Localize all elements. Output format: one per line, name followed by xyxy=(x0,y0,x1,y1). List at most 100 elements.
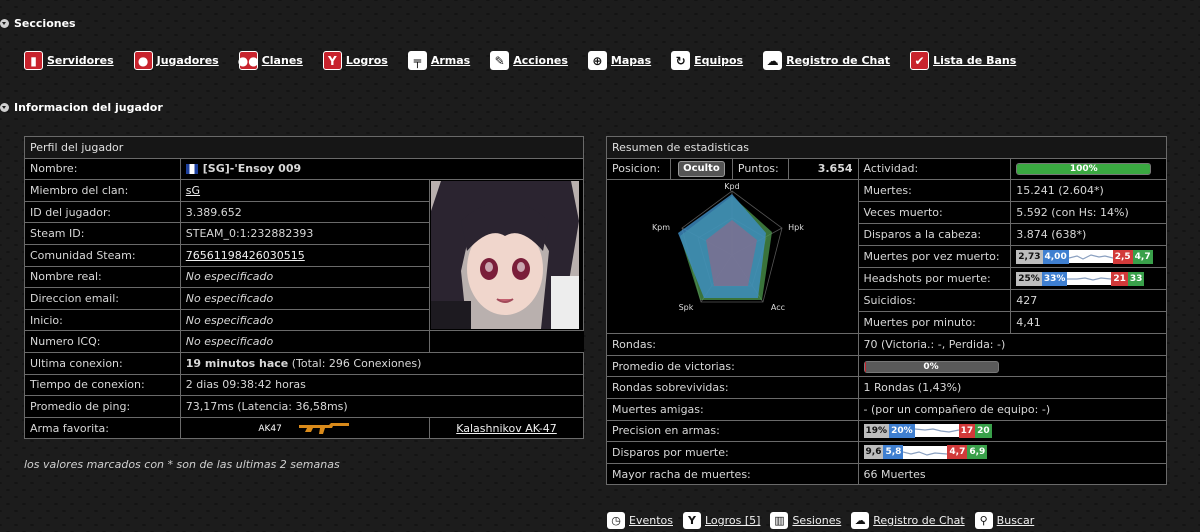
activity-value: 100% xyxy=(1069,164,1098,175)
chat-icon: ☁ xyxy=(851,512,870,529)
avatar-cell xyxy=(429,179,584,332)
email-value: No especificado xyxy=(179,287,431,310)
favorite-weapon-link[interactable]: Kalashnikov AK-47 xyxy=(456,422,557,435)
kpd-trend-cell: 2,73 4,00 2,5 4,7 xyxy=(1010,245,1167,269)
home-value: No especificado xyxy=(179,308,431,332)
trophy-icon: Y xyxy=(322,51,342,70)
stats-summary-table: Resumen de estadisticas Posicion: Oculto… xyxy=(606,136,1168,486)
radar-label-acc: Acc xyxy=(771,303,785,312)
clan-link[interactable]: sG xyxy=(186,184,200,197)
ak47-icon xyxy=(299,423,350,435)
note-text: los valores marcados con * son de las ul… xyxy=(24,458,340,471)
home-label: Inicio: xyxy=(24,308,181,332)
radar-label-spk: Spk xyxy=(679,303,694,312)
player-id-label: ID del jugador: xyxy=(24,200,181,224)
nav-acciones-label[interactable]: Acciones xyxy=(513,54,568,67)
name-value: [SG]-'Ensoy 009 xyxy=(179,157,585,181)
nav-equipos-label[interactable]: Equipos xyxy=(694,54,743,67)
steam-community-link[interactable]: 76561198426030515 xyxy=(186,249,305,262)
ping-label: Promedio de ping: xyxy=(24,395,181,418)
kpm-value: 4,41 xyxy=(1010,311,1167,335)
footer-buscar-label[interactable]: Buscar xyxy=(997,514,1035,527)
team-kills-value: - (por un compañero de equipo: -) xyxy=(857,397,1168,421)
nav-jugadores-label[interactable]: Jugadores xyxy=(157,54,219,67)
hpk-trend-cell: 25% 33% 21 33 xyxy=(1010,267,1167,291)
avatar-image xyxy=(431,181,579,330)
nav-armas[interactable]: ╤ Armas xyxy=(407,51,470,70)
accuracy-sparkline xyxy=(914,424,959,438)
steam-id-label: Steam ID: xyxy=(24,222,181,245)
nav-armas-label[interactable]: Armas xyxy=(431,54,470,67)
email-label: Direccion email: xyxy=(24,287,181,310)
nav-lista-bans-label[interactable]: Lista de Bans xyxy=(933,54,1016,67)
footer-sesiones[interactable]: ▥ Sesiones xyxy=(770,512,841,529)
footer-sesiones-label[interactable]: Sesiones xyxy=(792,514,841,527)
rounds-label: Rondas: xyxy=(606,333,859,356)
kill-streak-value: 66 Muertes xyxy=(857,462,1168,486)
nav-mapas-label[interactable]: Mapas xyxy=(611,54,651,67)
nav-logros[interactable]: Y Logros xyxy=(322,51,388,70)
stats-title: Resumen de estadisticas xyxy=(606,136,1167,159)
position-badge: Oculto xyxy=(678,160,725,177)
kpm-label: Muertes por minuto: xyxy=(857,311,1012,335)
connection-time-label: Tiempo de conexion: xyxy=(24,373,181,397)
kpd-label: Muertes por vez muerto: xyxy=(857,245,1012,269)
nav-acciones[interactable]: ✎ Acciones xyxy=(490,51,568,70)
name-label: Nombre: xyxy=(24,157,181,181)
radar-label-kpm: Kpm xyxy=(652,223,670,232)
footer-registro-chat[interactable]: ☁ Registro de Chat xyxy=(851,512,965,529)
accuracy-label: Precision en armas: xyxy=(606,419,859,443)
suicides-value: 427 xyxy=(1010,289,1167,313)
footer-eventos-label[interactable]: Eventos xyxy=(629,514,673,527)
favorite-weapon-name: Kalashnikov AK-47 xyxy=(429,416,584,440)
nav-registro-chat-label[interactable]: Registro de Chat xyxy=(786,54,890,67)
accuracy-trend-last: 20 xyxy=(975,423,992,438)
connection-time-value: 2 dias 09:38:42 horas xyxy=(179,373,585,397)
headshots-value: 3.874 (638*) xyxy=(1010,223,1167,247)
bars-icon: ▥ xyxy=(770,512,789,529)
hpk-trend-min: 21 xyxy=(1111,271,1128,286)
accuracy-trend-cell: 19% 20% 17 20 xyxy=(857,419,1168,443)
player-info-header[interactable]: Informacion del jugador xyxy=(0,101,163,114)
nav-equipos[interactable]: ↻ Equipos xyxy=(671,51,743,70)
position-label: Posicion: xyxy=(606,157,671,181)
deaths-value: 5.592 (con Hs: 14%) xyxy=(1010,201,1167,225)
collapse-arrow-icon[interactable] xyxy=(0,19,9,28)
accuracy-trend-max: 20% xyxy=(889,423,915,438)
win-average-cell: 0% xyxy=(857,354,1168,378)
nav-jugadores[interactable]: ● Jugadores xyxy=(133,51,219,70)
favorite-weapon-image: AK47 xyxy=(179,416,431,440)
wrench-icon: ✎ xyxy=(490,51,510,70)
sections-header[interactable]: Secciones xyxy=(0,17,76,30)
shots-per-kill-trend: 9,6 5,8 4,7 6,9 xyxy=(863,445,988,460)
activity-value-cell: 100% xyxy=(1010,157,1167,181)
nav-servidores-label[interactable]: Servidores xyxy=(47,54,114,67)
footer-logros-label[interactable]: Logros [5] xyxy=(705,514,760,527)
footer-logros[interactable]: Y Logros [5] xyxy=(682,512,760,529)
nav-registro-chat[interactable]: ☁ Registro de Chat xyxy=(763,51,890,70)
points-label: Puntos: xyxy=(731,157,789,181)
shots-per-kill-trend-cell: 9,6 5,8 4,7 6,9 xyxy=(857,441,1168,464)
nav-mapas[interactable]: ⊕ Mapas xyxy=(587,51,651,70)
player-footer-links: ◷ Eventos Y Logros [5] ▥ Sesiones ☁ Regi… xyxy=(607,512,1044,529)
profile-title: Perfil del jugador xyxy=(24,136,584,159)
player-icon: ● xyxy=(133,51,153,70)
nav-lista-bans[interactable]: ✔ Lista de Bans xyxy=(910,51,1016,70)
nav-logros-label[interactable]: Logros xyxy=(346,54,388,67)
nav-clanes[interactable]: ●● Clanes xyxy=(238,51,303,70)
clan-label: Miembro del clan: xyxy=(24,179,181,202)
crosshair-icon: ⊕ xyxy=(587,51,607,70)
footer-eventos[interactable]: ◷ Eventos xyxy=(607,512,673,529)
clan-value: sG xyxy=(179,179,431,202)
collapse-arrow-icon[interactable] xyxy=(0,103,9,112)
kills-value: 15.241 (2.604*) xyxy=(1010,179,1167,203)
nav-clanes-label[interactable]: Clanes xyxy=(262,54,303,67)
nav-servidores[interactable]: ▮ Servidores xyxy=(24,51,114,70)
footer-registro-chat-label[interactable]: Registro de Chat xyxy=(873,514,964,527)
shots-per-kill-label: Disparos por muerte: xyxy=(606,441,859,464)
spk-trend-min: 4,7 xyxy=(947,445,968,460)
steam-id-value: STEAM_0:1:232882393 xyxy=(179,222,431,245)
deaths-label: Veces muerto: xyxy=(857,201,1012,225)
icq-label: Numero ICQ: xyxy=(24,330,181,353)
footer-buscar[interactable]: ⚲ Buscar xyxy=(974,512,1035,529)
